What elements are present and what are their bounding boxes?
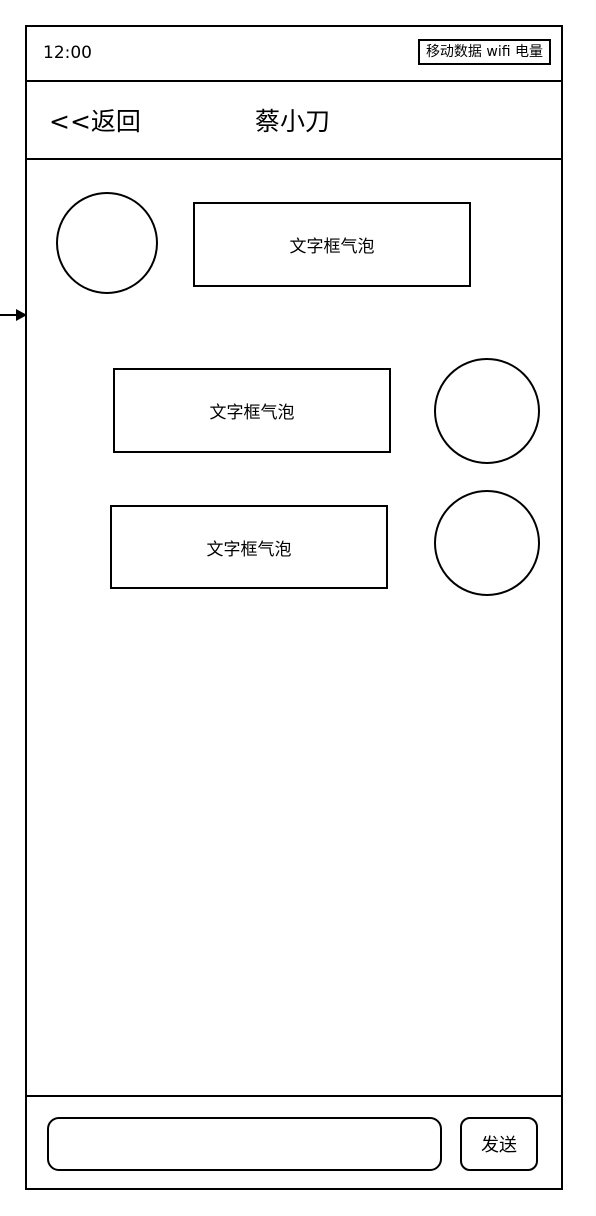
composer-bar: 发送 <box>27 1095 561 1190</box>
status-indicators: 移动数据 wifi 电量 <box>417 39 551 65</box>
message-input[interactable] <box>47 1117 442 1171</box>
message-bubble[interactable]: 文字框气泡 <box>113 368 391 453</box>
nav-bar: <<返回 蔡小刀 <box>27 82 561 160</box>
message-text: 文字框气泡 <box>289 237 375 257</box>
status-bar: 12:00 移动数据 wifi 电量 <box>27 27 561 82</box>
message-text: 文字框气泡 <box>206 539 292 560</box>
chat-area[interactable]: 文字框气泡 文字框气泡 文字框气泡 <box>27 160 561 1095</box>
page-title: 蔡小刀 <box>255 107 331 136</box>
message-text: 文字框气泡 <box>209 403 295 423</box>
status-time: 12:00 <box>43 43 92 63</box>
back-button[interactable]: <<返回 <box>49 102 141 138</box>
avatar[interactable] <box>434 358 540 464</box>
arrow-right-icon <box>0 309 27 321</box>
message-bubble[interactable]: 文字框气泡 <box>193 202 471 287</box>
message-bubble[interactable]: 文字框气泡 <box>110 505 388 589</box>
phone-frame: 12:00 移动数据 wifi 电量 <<返回 蔡小刀 文字框气泡 文字框气泡 … <box>25 25 563 1190</box>
avatar[interactable] <box>434 490 540 596</box>
send-button[interactable]: 发送 <box>460 1117 538 1171</box>
avatar[interactable] <box>56 192 158 294</box>
